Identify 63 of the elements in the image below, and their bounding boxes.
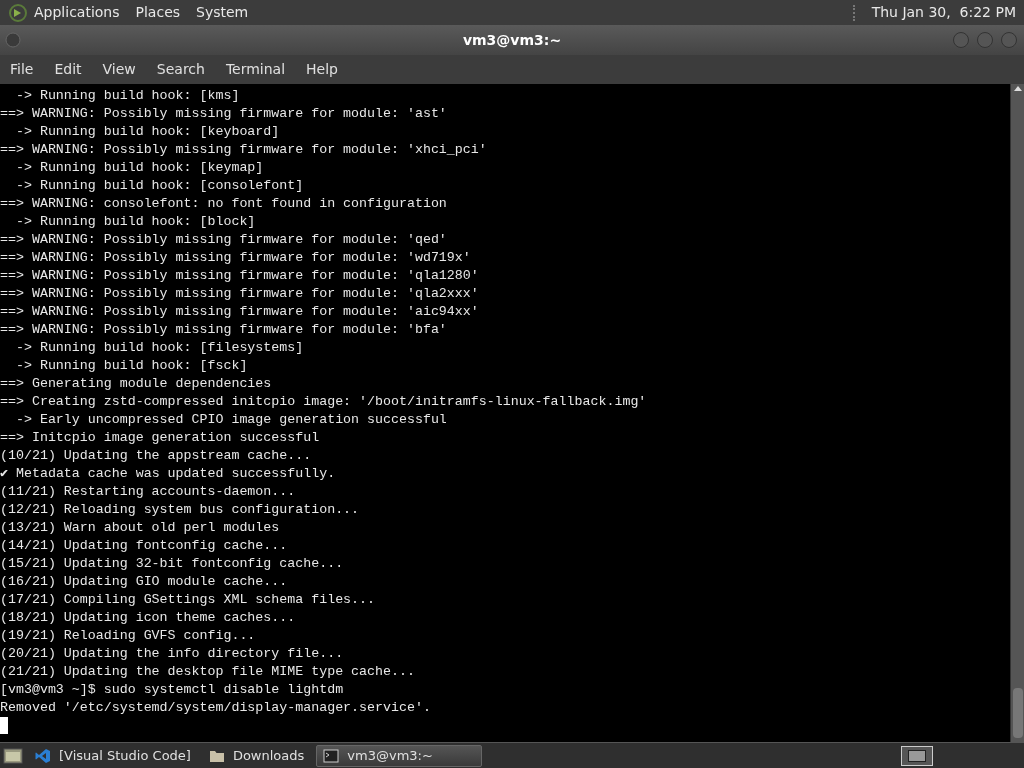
menu-item[interactable]: Search: [156, 59, 205, 80]
panel-menu[interactable]: Applications: [34, 2, 120, 23]
terminal-line: ==> WARNING: Possibly missing firmware for module: 'qla2xxx': [0, 286, 479, 301]
taskbar-button[interactable]: [Visual Studio Code]: [29, 744, 197, 767]
terminal-line: -> Running build hook: [fsck]: [14, 358, 248, 373]
terminal-line: -> Running build hook: [filesystems]: [14, 340, 304, 355]
terminal-line: (19/21) Reloading GVFS config...: [0, 628, 256, 643]
terminal-line: ✔ Metadata cache was updated successfully.: [0, 466, 336, 481]
menu-item[interactable]: Edit: [54, 59, 82, 80]
terminal-line: -> Running build hook: [block]: [14, 214, 256, 229]
terminal-line: (12/21) Reloading system bus configuration...: [0, 502, 360, 517]
terminal-line: ==> Initcpio image generation successful: [0, 430, 320, 445]
terminal-line: (20/21) Updating the info directory file...: [0, 646, 344, 661]
terminal-line: ==> Creating zstd-compressed initcpio image: '/boot/initramfs-linux-fallback.img': [0, 394, 647, 409]
maximize-button[interactable]: [976, 31, 994, 49]
menu-item[interactable]: View: [102, 59, 136, 80]
terminal-line: ==> WARNING: Possibly missing firmware for module: 'qed': [0, 232, 447, 247]
terminal-line: [vm3@vm3 ~]$ sudo systemctl disable lightdm: [0, 682, 344, 697]
terminal-line: -> Running build hook: [consolefont]: [14, 178, 304, 193]
minimize-button[interactable]: [952, 31, 970, 49]
taskbar-button[interactable]: vm3@vm3:~: [316, 744, 483, 767]
terminal-line: (15/21) Updating 32-bit fontconfig cache...: [0, 556, 344, 571]
terminal-line: ==> WARNING: Possibly missing firmware for module: 'qla1280': [0, 268, 479, 283]
terminal-line: (10/21) Updating the appstream cache...: [0, 448, 312, 463]
terminal-line: -> Running build hook: [kms]: [14, 88, 240, 103]
scrollbar-thumb[interactable]: [1012, 688, 1023, 738]
terminal-line: ==> Generating module dependencies: [0, 376, 272, 391]
menu-item[interactable]: File: [10, 59, 34, 80]
clock[interactable]: Thu Jan 30, 6:22 PM: [871, 2, 1016, 23]
folder-icon: [208, 748, 225, 763]
terminal-line: ==> WARNING: Possibly missing firmware for module: 'wd719x': [0, 250, 471, 265]
terminal-line: (16/21) Updating GIO module cache...: [0, 574, 288, 589]
terminal-line: ==> WARNING: consolefont: no font found in configuration: [0, 196, 447, 211]
terminal-line: (13/21) Warn about old perl modules: [0, 520, 280, 535]
terminal-line: ==> WARNING: Possibly missing firmware for module: 'xhci_pci': [0, 142, 487, 157]
terminal-line: (18/21) Updating icon theme caches...: [0, 610, 296, 625]
show-desktop-icon[interactable]: [3, 746, 23, 765]
panel-menu[interactable]: Places: [135, 2, 181, 23]
distro-logo-icon[interactable]: [8, 2, 28, 23]
panel-menu[interactable]: System: [196, 2, 249, 23]
terminal-line: -> Running build hook: [keymap]: [14, 160, 264, 175]
menu-item[interactable]: Terminal: [225, 59, 286, 80]
terminal-line: ==> WARNING: Possibly missing firmware for module: 'aic94xx': [0, 304, 479, 319]
window-title: vm3@vm3:~: [462, 30, 562, 50]
text-cursor: [0, 717, 8, 734]
terminal-line: (14/21) Updating fontconfig cache...: [0, 538, 288, 553]
window-menu-icon[interactable]: [4, 31, 22, 49]
terminal-line: -> Early uncompressed CPIO image generation successful: [14, 412, 447, 427]
terminal-icon: [323, 748, 340, 763]
menu-item[interactable]: Help: [306, 59, 338, 80]
close-button[interactable]: [1000, 31, 1018, 49]
workspace-switcher[interactable]: [901, 745, 933, 766]
code-editor-icon: [35, 747, 51, 764]
terminal-line: (21/21) Updating the desktop file MIME type cache...: [0, 664, 415, 679]
terminal-line: ==> WARNING: Possibly missing firmware for module: 'bfa': [0, 322, 447, 337]
terminal-line: Removed '/etc/systemd/system/display-manager.service'.: [0, 700, 431, 715]
taskbar-button[interactable]: Downloads: [202, 744, 311, 767]
scrollbar[interactable]: [1010, 84, 1024, 742]
terminal-line: ==> WARNING: Possibly missing firmware for module: 'ast': [0, 106, 447, 121]
terminal-line: (17/21) Compiling GSettings XML schema files...: [0, 592, 376, 607]
terminal-line: -> Running build hook: [keyboard]: [14, 124, 280, 139]
terminal-line: (11/21) Restarting accounts-daemon...: [0, 484, 296, 499]
terminal-output[interactable]: [0, 84, 1010, 742]
